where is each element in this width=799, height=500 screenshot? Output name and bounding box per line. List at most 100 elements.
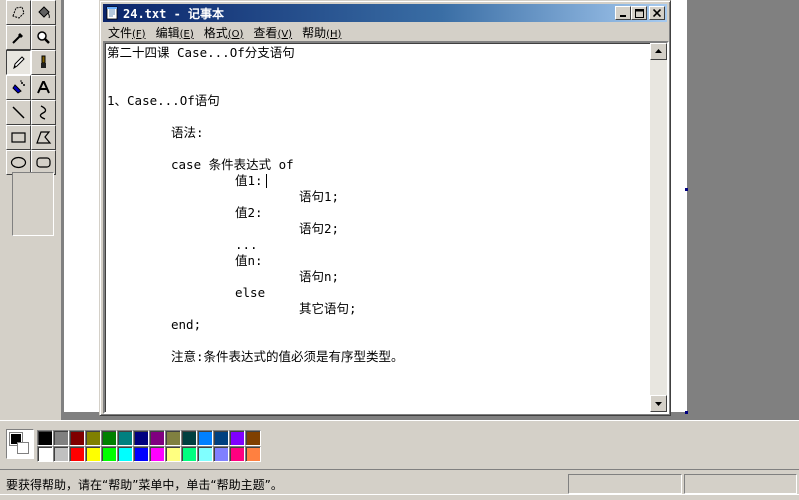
status-panel-size [684,474,797,494]
palette-color-swatch[interactable] [165,446,181,462]
palette-color-swatch[interactable] [117,430,133,446]
palette-color-swatch[interactable] [213,430,229,446]
brush-icon [41,55,46,68]
paint-toolbox [0,0,62,420]
text-line: case 条件表达式 of [171,157,294,172]
menu-edit[interactable]: 编辑(E) [151,24,199,41]
palette-color-swatch[interactable] [101,430,117,446]
status-text: 要获得帮助，请在“帮助”菜单中，单击“帮助主题”。 [6,478,283,492]
palette-color-swatch[interactable] [85,430,101,446]
maximize-icon [634,8,644,18]
curve-tool[interactable] [31,100,56,125]
text-icon [37,81,50,94]
text-line: 其它语句; [299,301,357,316]
palette-color-swatch[interactable] [229,430,245,446]
status-panel-coordinates [568,474,682,494]
minimize-icon [620,15,626,17]
tool-options-box[interactable] [12,172,54,236]
taskbar-strip [0,494,799,500]
rounded-rectangle-icon [36,157,51,168]
palette-color-swatch[interactable] [53,430,69,446]
line-icon [12,106,25,119]
palette-color-swatch[interactable] [245,430,261,446]
free-select-tool[interactable] [6,0,31,25]
canvas-resize-handle-corner[interactable] [685,411,688,414]
eyedropper-icon [12,33,23,44]
fill-icon [38,6,50,19]
text-caret [266,174,267,188]
current-colors [6,429,34,459]
menu-help[interactable]: 帮助(H) [297,24,346,41]
scroll-up-button[interactable] [650,43,667,60]
menu-file-accel: (F) [132,28,146,40]
pencil-tool[interactable] [6,50,31,75]
color-palette-bar [0,420,799,469]
text-line: 语句2; [299,221,340,236]
close-button[interactable] [649,6,665,20]
palette-color-swatch[interactable] [37,446,53,462]
menu-help-label: 帮助 [302,25,327,40]
magnifier-tool[interactable] [31,25,56,50]
text-content[interactable]: 第二十四课 Case...Of分支语句 1、Case...Of语句 语法: ca… [107,43,652,412]
text-line: 语句n; [299,269,340,284]
text-line: ... [235,237,258,252]
text-line: 语句1; [299,189,340,204]
menu-file[interactable]: 文件(F) [103,24,151,41]
notepad-icon [106,6,118,20]
text-line: else [235,285,266,300]
menu-format-accel: (O) [227,28,244,40]
fill-tool[interactable] [31,0,56,25]
scroll-down-button[interactable] [650,395,667,412]
palette-color-swatch[interactable] [149,446,165,462]
minimize-button[interactable] [615,6,631,20]
eyedropper-tool[interactable] [6,25,31,50]
menu-view[interactable]: 查看(V) [248,24,297,41]
palette-color-swatch[interactable] [133,446,149,462]
palette-color-swatch[interactable] [133,430,149,446]
palette-color-swatch[interactable] [101,446,117,462]
palette-color-swatch[interactable] [181,430,197,446]
palette-color-swatch[interactable] [85,446,101,462]
palette-color-swatch[interactable] [53,446,69,462]
airbrush-icon [12,80,25,94]
text-edit-area[interactable]: 第二十四课 Case...Of分支语句 1、Case...Of语句 语法: ca… [103,41,669,414]
menu-file-label: 文件 [108,25,133,40]
magnifier-icon [37,31,50,44]
palette-color-swatch[interactable] [197,446,213,462]
ellipse-icon [10,156,27,169]
arrow-up-icon [655,49,662,53]
palette-color-swatch[interactable] [229,446,245,462]
notepad-titlebar[interactable]: 24.txt - 记事本 [103,4,667,22]
palette-color-swatch[interactable] [117,446,133,462]
maximize-button[interactable] [631,6,647,20]
palette-color-swatch[interactable] [213,446,229,462]
palette-color-swatch[interactable] [165,430,181,446]
palette-color-swatch[interactable] [149,430,165,446]
rectangle-tool[interactable] [6,125,31,150]
polygon-icon [36,131,52,144]
text-tool[interactable] [31,75,56,100]
canvas-resize-handle-right[interactable] [685,188,688,191]
polygon-tool[interactable] [31,125,56,150]
text-line: 值n: [235,253,263,268]
text-line: 语法: [171,125,204,140]
text-line: 值2: [235,205,263,220]
rectangle-icon [11,132,26,143]
palette-color-swatch[interactable] [197,430,213,446]
brush-tool[interactable] [31,50,56,75]
palette-color-swatch[interactable] [69,446,85,462]
notepad-menubar: 文件(F) 编辑(E) 格式(O) 查看(V) 帮助(H) [103,23,667,41]
arrow-down-icon [655,402,662,406]
vertical-scrollbar[interactable] [650,43,667,412]
line-tool[interactable] [6,100,31,125]
palette-color-swatch[interactable] [245,446,261,462]
close-icon [653,9,661,17]
menu-format[interactable]: 格式(O) [199,24,249,41]
pencil-icon [13,56,25,70]
palette-color-swatch[interactable] [69,430,85,446]
palette-color-swatch[interactable] [37,430,53,446]
text-line: 值1: [235,173,263,188]
palette-color-swatch[interactable] [181,446,197,462]
menu-view-label: 查看 [253,25,278,40]
airbrush-tool[interactable] [6,75,31,100]
